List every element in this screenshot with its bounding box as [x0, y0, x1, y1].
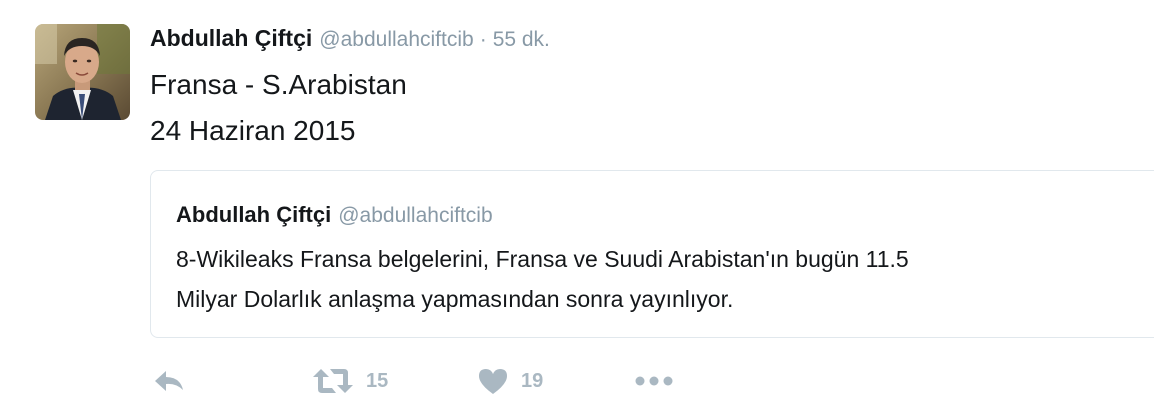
tweet-header: Abdullah Çiftçi @abdullahciftcib · 55 dk… [150, 25, 550, 55]
tweet-text-line: Fransa - S.Arabistan [150, 69, 407, 100]
tweet-timestamp[interactable]: 55 dk. [493, 28, 550, 52]
more-button[interactable] [634, 362, 674, 400]
reply-button[interactable] [152, 362, 186, 400]
quoted-tweet-card[interactable]: Abdullah Çiftçi @abdullahciftcib 8-Wikil… [150, 170, 1154, 338]
author-handle[interactable]: @abdullahciftcib [319, 28, 473, 52]
retweet-button[interactable]: 15 [312, 362, 388, 400]
author-avatar[interactable] [35, 24, 130, 120]
like-count: 19 [521, 369, 544, 392]
tweet: Abdullah Çiftçi @abdullahciftcib · 55 dk… [0, 0, 1154, 406]
retweet-count: 15 [366, 369, 389, 392]
quoted-tweet-header: Abdullah Çiftçi @abdullahciftcib [176, 202, 493, 228]
quoted-author-handle: @abdullahciftcib [338, 204, 493, 227]
tweet-text-line: 24 Haziran 2015 [150, 115, 356, 146]
quoted-text-line: 8-Wikileaks Fransa belgelerini, Fransa v… [176, 246, 909, 272]
heart-icon [479, 369, 507, 394]
quoted-tweet-text: 8-Wikileaks Fransa belgelerini, Fransa v… [176, 239, 909, 319]
tweet-text: Fransa - S.Arabistan 24 Haziran 2015 [150, 62, 407, 154]
quoted-author-name: Abdullah Çiftçi [176, 202, 332, 227]
like-button[interactable]: 19 [477, 362, 543, 400]
avatar-photo [35, 24, 130, 120]
author-name[interactable]: Abdullah Çiftçi [150, 25, 312, 52]
header-separator: · [479, 28, 487, 51]
more-dots-icon [635, 376, 673, 386]
tweet-actions: 15 19 [152, 362, 712, 400]
quoted-text-line: Milyar Dolarlık anlaşma yapmasından sonr… [176, 286, 734, 312]
retweet-icon [313, 369, 353, 393]
reply-icon [155, 371, 183, 391]
